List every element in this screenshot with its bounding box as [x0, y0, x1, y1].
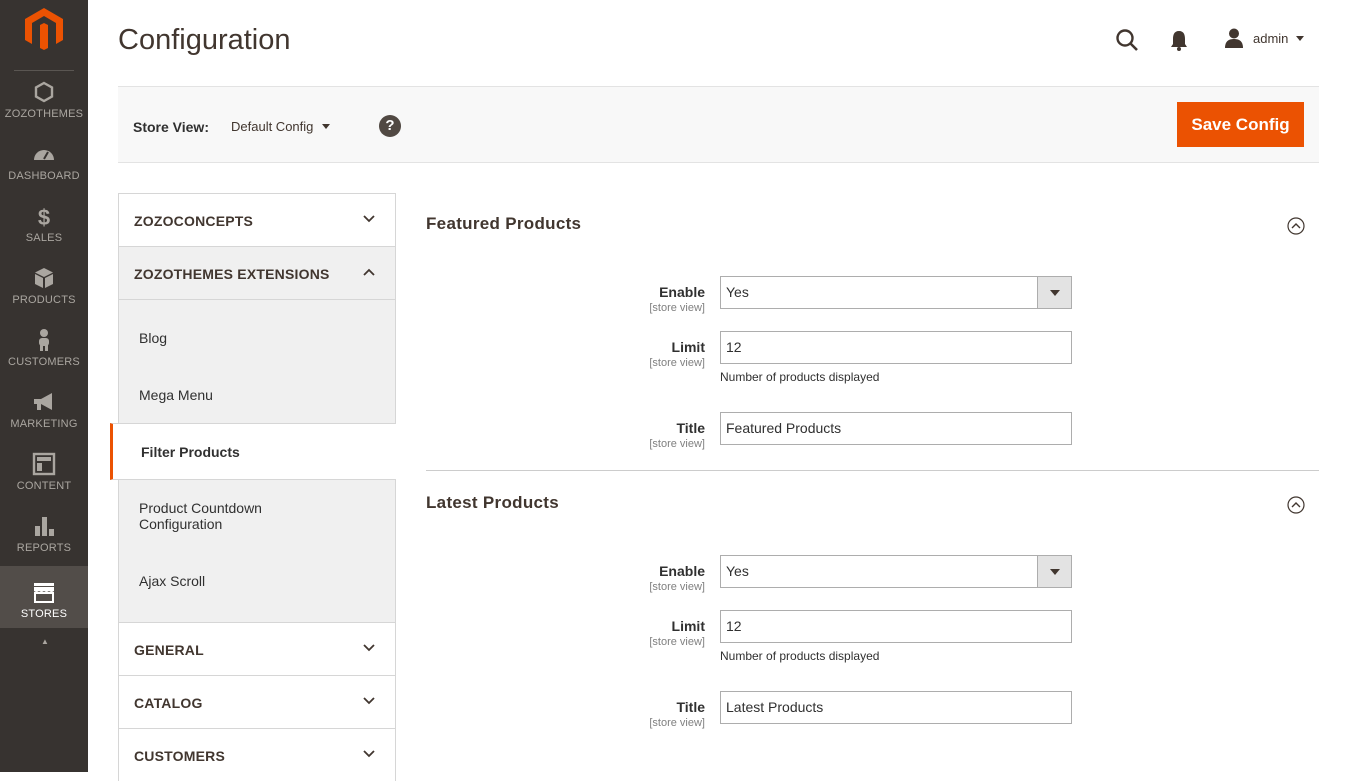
collapse-icon[interactable] — [1287, 496, 1305, 514]
chevron-down-icon — [1296, 35, 1305, 41]
nav-item-label: STORES — [20, 608, 68, 620]
chevron-down-icon — [322, 124, 331, 129]
logo-divider — [14, 70, 74, 71]
field-label: Title — [676, 699, 705, 715]
field-scope: [store view] — [649, 636, 705, 648]
field-scope: [store view] — [649, 357, 705, 369]
chevron-down-icon — [363, 215, 375, 223]
field-scope: [store view] — [649, 302, 705, 314]
title-input[interactable]: Latest Products — [720, 691, 1072, 724]
hexagon-icon — [34, 81, 54, 103]
tab-item-filter-products[interactable]: Filter Products — [110, 423, 396, 480]
help-icon[interactable]: ? — [379, 115, 401, 137]
section-latest-products: Latest Products Enable [store view] Yes … — [426, 472, 1319, 772]
nav-scroll-up-icon[interactable]: ▲ — [41, 637, 49, 646]
bell-icon[interactable] — [1169, 29, 1189, 51]
section-divider — [426, 470, 1319, 471]
nav-item-products[interactable]: PRODUCTS — [0, 266, 88, 328]
store-view-bar: Store View: Default Config ? Save Config — [118, 86, 1319, 163]
user-menu[interactable]: admin — [1223, 27, 1305, 49]
field-label: Title — [676, 420, 705, 436]
section-title[interactable]: Latest Products — [426, 493, 559, 513]
field-scope: [store view] — [649, 717, 705, 729]
select-value: Yes — [726, 563, 749, 579]
tab-item-ajax-scroll[interactable]: Ajax Scroll — [119, 553, 395, 622]
tab-zozoconcepts[interactable]: ZOZOCONCEPTS — [118, 193, 396, 246]
nav-item-sales[interactable]: $ SALES — [0, 204, 88, 266]
box-icon — [35, 268, 53, 288]
section-featured-products: Featured Products Enable [store view] Ye… — [426, 193, 1319, 471]
tab-zozothemes-extensions[interactable]: ZOZOTHEMES EXTENSIONS — [118, 246, 396, 299]
tab-customers[interactable]: CUSTOMERS — [118, 728, 396, 781]
tab-label: CUSTOMERS — [134, 748, 225, 764]
field-label: Limit — [671, 618, 705, 634]
field-scope: [store view] — [649, 438, 705, 450]
person-icon — [39, 329, 49, 351]
chevron-down-icon — [1037, 277, 1071, 308]
tab-label: ZOZOTHEMES EXTENSIONS — [134, 266, 330, 282]
store-icon — [34, 583, 54, 603]
config-tabs: ZOZOCONCEPTS ZOZOTHEMES EXTENSIONS Blog … — [110, 193, 396, 781]
tab-item-mega-menu[interactable]: Mega Menu — [119, 357, 395, 423]
store-view-label: Store View: — [133, 119, 209, 135]
chevron-down-icon — [363, 697, 375, 705]
enable-select[interactable]: Yes — [720, 276, 1072, 309]
nav-item-label: REPORTS — [16, 542, 72, 554]
admin-sidebar: ZOZOTHEMES DASHBOARD $ SALES PRODUCTS CU… — [0, 0, 88, 772]
chevron-down-icon — [363, 644, 375, 652]
megaphone-icon — [34, 393, 52, 410]
field-scope: [store view] — [649, 581, 705, 593]
collapse-icon[interactable] — [1287, 217, 1305, 235]
store-view-switcher[interactable]: Default Config — [231, 119, 331, 134]
field-label: Enable — [659, 284, 705, 300]
speedometer-icon — [34, 150, 54, 160]
nav-item-label: SALES — [25, 232, 63, 244]
tab-catalog[interactable]: CATALOG — [118, 675, 396, 728]
page-title: Configuration — [118, 24, 291, 56]
field-note: Number of products displayed — [720, 649, 880, 663]
section-title[interactable]: Featured Products — [426, 214, 581, 234]
tab-label: ZOZOCONCEPTS — [134, 213, 254, 229]
nav-item-label: CUSTOMERS — [8, 356, 80, 368]
field-note: Number of products displayed — [720, 370, 880, 384]
nav-item-stores[interactable]: STORES — [0, 566, 88, 628]
field-label: Enable — [659, 563, 705, 579]
nav-item-zozothemes[interactable]: ZOZOTHEMES — [0, 80, 88, 142]
nav-item-content[interactable]: CONTENT — [0, 452, 88, 514]
nav-item-label: CONTENT — [16, 480, 72, 492]
nav-item-customers[interactable]: CUSTOMERS — [0, 328, 88, 390]
store-view-value: Default Config — [231, 119, 314, 134]
search-icon[interactable] — [1115, 28, 1139, 52]
nav-item-label: DASHBOARD — [8, 170, 80, 182]
nav-item-dashboard[interactable]: DASHBOARD — [0, 142, 88, 204]
chevron-up-icon — [363, 268, 375, 276]
layout-icon — [32, 452, 56, 476]
field-label: Limit — [671, 339, 705, 355]
nav-item-label: PRODUCTS — [12, 294, 76, 306]
limit-input[interactable]: 12 — [720, 331, 1072, 364]
user-name: admin — [1253, 30, 1289, 46]
nav-item-label: ZOZOTHEMES — [4, 108, 84, 120]
nav-item-marketing[interactable]: MARKETING — [0, 390, 88, 452]
enable-select[interactable]: Yes — [720, 555, 1072, 588]
limit-input[interactable]: 12 — [720, 610, 1072, 643]
tab-label: CATALOG — [134, 695, 203, 711]
select-value: Yes — [726, 284, 749, 300]
chevron-down-icon — [1037, 556, 1071, 587]
user-icon — [1225, 28, 1243, 48]
chevron-down-icon — [363, 750, 375, 758]
svg-text:$: $ — [38, 205, 50, 228]
title-input[interactable]: Featured Products — [720, 412, 1072, 445]
nav-item-label: MARKETING — [10, 418, 78, 430]
tab-item-blog[interactable]: Blog — [119, 300, 395, 357]
tab-label: GENERAL — [134, 642, 204, 658]
bar-chart-icon — [35, 517, 54, 536]
magento-logo-icon[interactable] — [25, 8, 63, 50]
dollar-icon: $ — [38, 205, 50, 228]
tab-item-product-countdown[interactable]: Product Countdown Configuration — [119, 480, 319, 553]
save-config-button[interactable]: Save Config — [1177, 102, 1304, 147]
tab-general[interactable]: GENERAL — [118, 622, 396, 675]
tab-items-zozothemes-extensions: Blog Mega Menu Filter Products Product C… — [110, 299, 396, 622]
